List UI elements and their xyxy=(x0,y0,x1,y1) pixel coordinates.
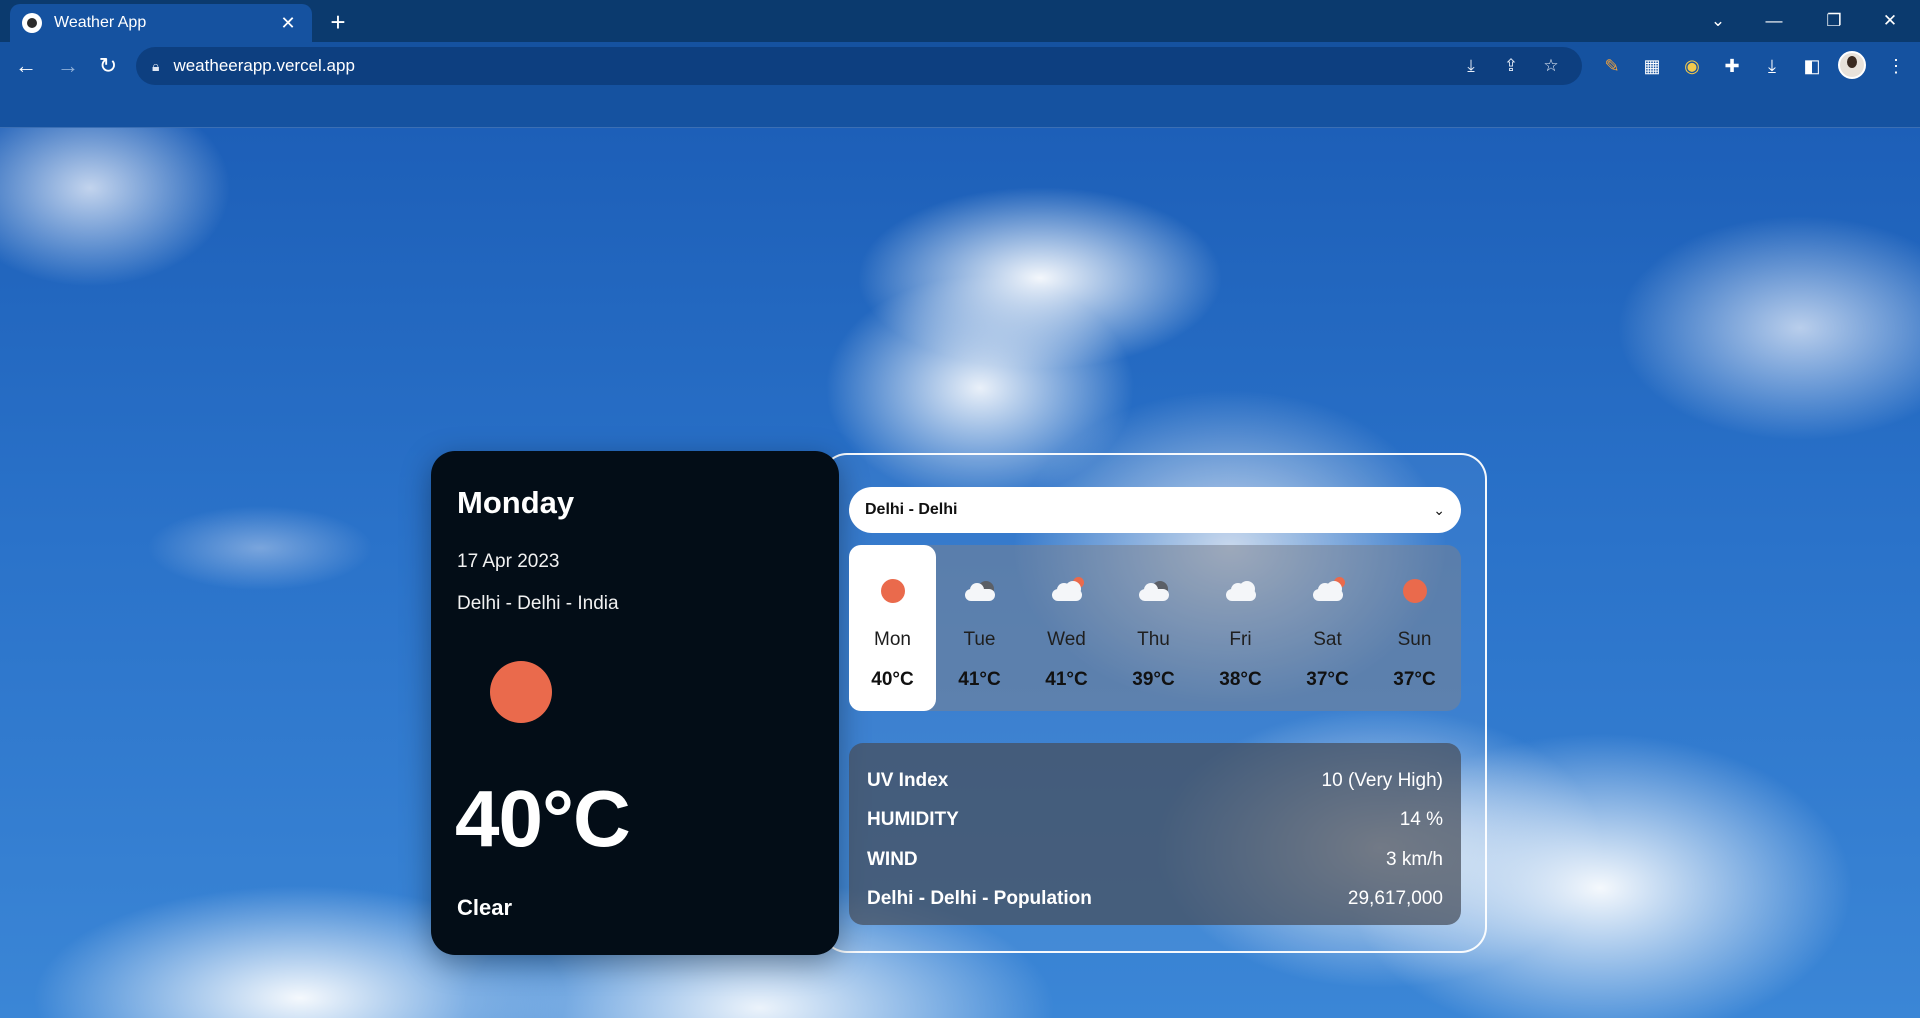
forecast-day-tue[interactable]: Tue 41°C xyxy=(936,545,1023,711)
tab-strip: Weather App ✕ + ⌄ — ❐ ✕ xyxy=(0,0,1920,42)
weather-favicon-icon xyxy=(22,13,42,33)
close-window-icon[interactable]: ✕ xyxy=(1862,0,1918,42)
forecast-day-label: Wed xyxy=(1047,629,1086,650)
weather-widget: Monday 17 Apr 2023 Delhi - Delhi - India… xyxy=(431,451,1487,955)
sun-icon xyxy=(849,575,936,607)
close-tab-icon[interactable]: ✕ xyxy=(276,13,300,34)
stat-value: 29,617,000 xyxy=(1347,888,1443,910)
stat-wind: WIND 3 km/h xyxy=(867,840,1443,880)
stat-value: 10 (Very High) xyxy=(1321,769,1443,791)
forecast-day-sat[interactable]: Sat 37°C xyxy=(1284,545,1371,711)
profile-avatar[interactable] xyxy=(1838,51,1866,79)
calendar-extension-icon[interactable]: ▦ xyxy=(1636,50,1668,82)
new-tab-button[interactable]: + xyxy=(322,6,354,38)
forecast-day-temp: 41°C xyxy=(958,669,1001,690)
stat-uv-index: UV Index 10 (Very High) xyxy=(867,761,1443,801)
cloud-icon xyxy=(936,575,1023,607)
date-text: 17 Apr 2023 xyxy=(457,551,560,572)
stat-label: HUMIDITY xyxy=(867,809,959,831)
sun-icon xyxy=(1371,575,1458,607)
stat-label: WIND xyxy=(867,848,918,870)
back-arrow-icon[interactable]: ← xyxy=(10,50,42,82)
tab-title: Weather App xyxy=(54,14,147,31)
stat-population: Delhi - Delhi - Population 29,617,000 xyxy=(867,880,1443,920)
download-icon[interactable]: ⤓ xyxy=(1756,50,1788,82)
address-bar[interactable]: 🔒︎ weatheerapp.vercel.app ⤓ ⇪ ☆ xyxy=(136,47,1582,85)
pen-extension-icon[interactable]: ✎ xyxy=(1596,50,1628,82)
puzzle-extensions-icon[interactable]: ✚ xyxy=(1716,50,1748,82)
forecast-day-fri[interactable]: Fri 38°C xyxy=(1197,545,1284,711)
stat-value: 3 km/h xyxy=(1385,848,1443,870)
forecast-day-mon[interactable]: Mon 40°C xyxy=(849,545,936,711)
lock-icon: 🔒︎ xyxy=(152,57,160,74)
stat-label: Delhi - Delhi - Population xyxy=(867,888,1092,910)
forecast-day-label: Tue xyxy=(963,629,996,650)
weekly-forecast: Mon 40°C Tue 41°C Wed 41°C Thu 39°C Fri … xyxy=(849,545,1461,711)
stat-label: UV Index xyxy=(867,769,949,791)
chevron-down-icon: ⌄ xyxy=(1433,501,1445,518)
sun-icon xyxy=(490,661,552,723)
cloud-sun-icon xyxy=(1284,575,1371,607)
sky-background: Monday 17 Apr 2023 Delhi - Delhi - India… xyxy=(0,128,1920,1018)
city-select-value: Delhi - Delhi xyxy=(865,501,958,518)
forecast-day-temp: 39°C xyxy=(1132,669,1175,690)
city-select[interactable]: Delhi - Delhi ⌄ xyxy=(849,487,1461,533)
forecast-day-label: Thu xyxy=(1137,629,1170,650)
cloud-icon xyxy=(1197,575,1284,607)
forecast-day-temp: 37°C xyxy=(1393,669,1436,690)
forecast-day-sun[interactable]: Sun 37°C xyxy=(1371,545,1458,711)
forecast-day-label: Sun xyxy=(1397,629,1432,650)
cloud-icon xyxy=(1110,575,1197,607)
forecast-day-temp: 38°C xyxy=(1219,669,1262,690)
forecast-day-temp: 40°C xyxy=(871,669,914,690)
forecast-day-temp: 37°C xyxy=(1306,669,1349,690)
forecast-day-temp: 41°C xyxy=(1045,669,1088,690)
bookmark-bar xyxy=(0,90,1920,128)
more-menu-icon[interactable]: ⋮ xyxy=(1880,50,1912,82)
forecast-day-label: Sat xyxy=(1313,629,1342,650)
cloud-sun-rain-icon xyxy=(1023,575,1110,607)
weather-condition: Clear xyxy=(457,895,513,920)
reload-icon[interactable]: ↻ xyxy=(92,50,124,82)
day-name: Monday xyxy=(457,485,575,520)
forecast-day-wed[interactable]: Wed 41°C xyxy=(1023,545,1110,711)
stat-value: 14 % xyxy=(1399,809,1443,831)
forecast-day-label: Fri xyxy=(1229,629,1252,650)
current-weather-card: Monday 17 Apr 2023 Delhi - Delhi - India… xyxy=(431,451,839,955)
location-text: Delhi - Delhi - India xyxy=(457,593,619,614)
forward-arrow-icon[interactable]: → xyxy=(52,50,84,82)
forecast-day-label: Mon xyxy=(874,629,911,650)
install-app-icon[interactable]: ⤓ xyxy=(1456,51,1486,81)
forecast-day-thu[interactable]: Thu 39°C xyxy=(1110,545,1197,711)
current-temperature: 40°C xyxy=(455,774,631,863)
url-text: weatheerapp.vercel.app xyxy=(173,56,355,75)
stat-humidity: HUMIDITY 14 % xyxy=(867,801,1443,841)
browser-tab[interactable]: Weather App ✕ xyxy=(10,4,312,42)
share-icon[interactable]: ⇪ xyxy=(1496,51,1526,81)
tab-search-icon[interactable]: ⌄ xyxy=(1690,0,1746,42)
weather-stats: UV Index 10 (Very High) HUMIDITY 14 % WI… xyxy=(849,743,1461,925)
bookmark-star-icon[interactable]: ☆ xyxy=(1536,51,1566,81)
restore-icon[interactable]: ❐ xyxy=(1806,0,1862,42)
chrome-extension-icon[interactable]: ◉ xyxy=(1676,50,1708,82)
side-panel-icon[interactable]: ◧ xyxy=(1796,50,1828,82)
browser-toolbar: ← → ↻ 🔒︎ weatheerapp.vercel.app ⤓ ⇪ ☆ ✎ … xyxy=(0,42,1920,90)
minimize-icon[interactable]: — xyxy=(1746,0,1802,42)
